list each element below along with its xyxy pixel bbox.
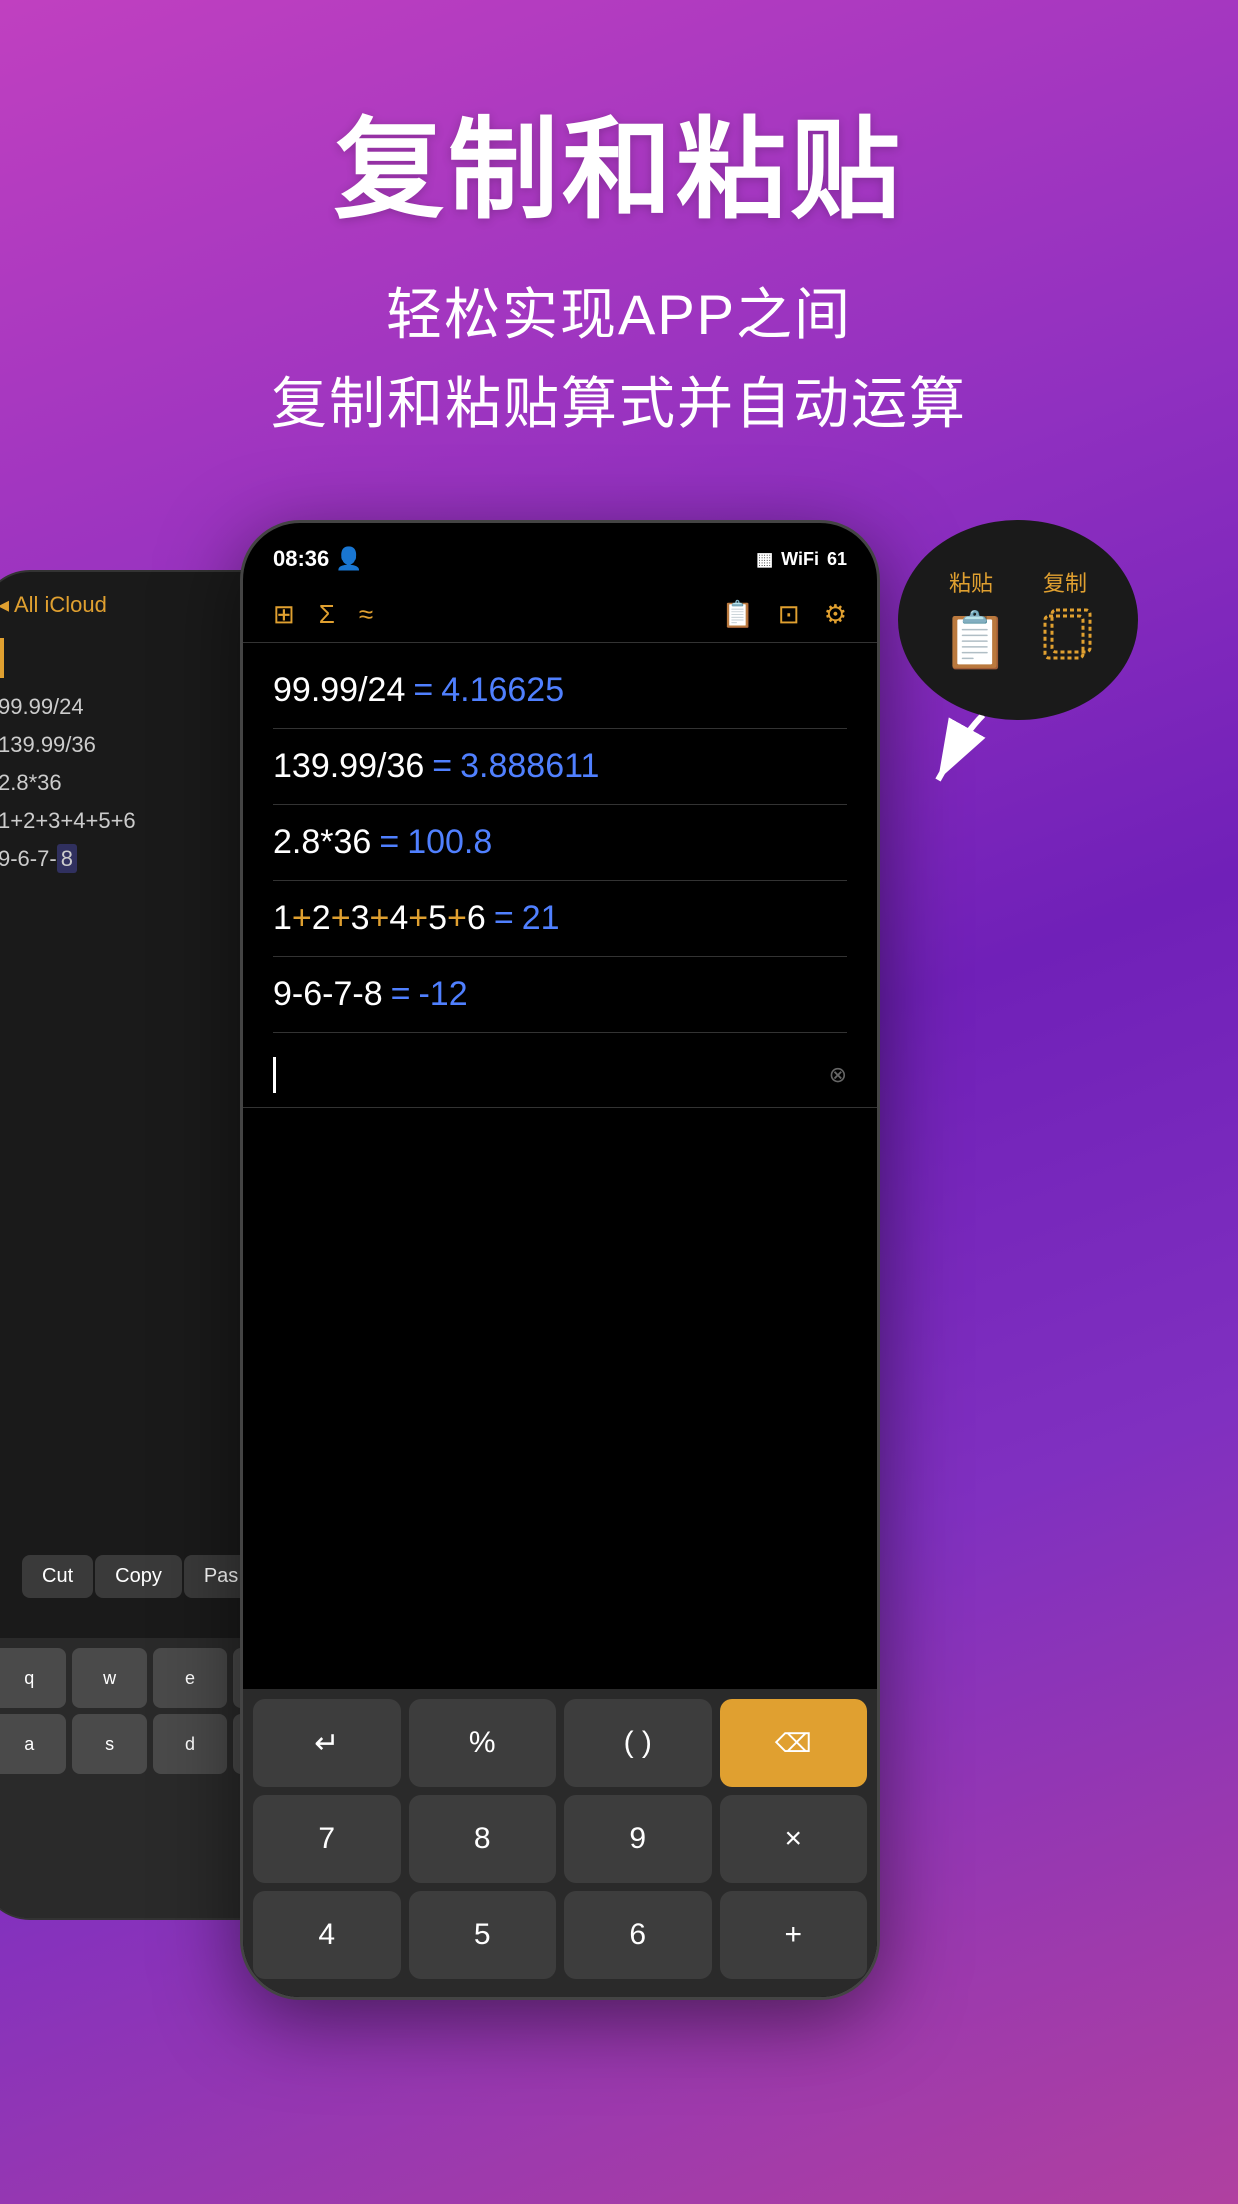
calc-row-3: 2.8*36 = 100.8 [273,805,847,881]
bg-key-s[interactable]: s [72,1714,146,1774]
sigma-icon[interactable]: Σ [319,599,335,630]
calc-equals-5: = [391,975,411,1014]
calc-row-1: 99.99/24 = 4.16625 [273,653,847,729]
formula-icon[interactable]: ⊞ [273,599,295,630]
calc-result-1: 4.16625 [441,671,564,710]
calc-expr-5: 9-6-7-8 [273,975,383,1014]
calc-expr-2: 139.99/36 [273,747,424,786]
cut-button[interactable]: Cut [22,1555,93,1598]
key-percent[interactable]: % [409,1699,557,1787]
input-clear-icon[interactable]: ⊗ [829,1062,847,1088]
copy2-icon[interactable]: ⊡ [778,599,800,630]
key-multiply[interactable]: × [720,1795,868,1883]
battery-level: 61 [827,549,847,570]
key-plus[interactable]: + [720,1891,868,1979]
key-7[interactable]: 7 [253,1795,401,1883]
key-5[interactable]: 5 [409,1891,557,1979]
copy-icon [1040,606,1095,674]
clipboard-icon[interactable]: 📋 [722,599,754,630]
status-bar: 08:36 👤 ▦ WiFi 61 [243,523,877,587]
dynamic-island [489,536,629,572]
calc-row-5: 9-6-7-8 = -12 [273,957,847,1033]
status-time: 08:36 👤 [273,546,363,572]
arrow-pointer [913,705,1003,800]
copy-label: 复制 [1043,566,1087,598]
toolbar-right: 📋 ⊡ ⚙ [722,599,847,630]
bg-cursor-line [0,638,4,678]
status-icons: ▦ WiFi 61 [756,549,847,570]
paste-icon: 📋 [941,608,1009,673]
main-phone: 08:36 👤 ▦ WiFi 61 ⊞ Σ ≈ 📋 [240,520,880,2000]
key-backspace[interactable]: ⌫ [720,1699,868,1787]
paste-copy-bubble: 粘贴 复制 📋 [898,520,1138,720]
keyboard-section: ↵ % ( ) ⌫ 7 8 9 × 4 5 6 + [243,1689,877,1997]
copy-button[interactable]: Copy [95,1555,182,1598]
bubble-labels: 粘贴 复制 [949,566,1087,598]
key-row-2: 7 8 9 × [253,1795,867,1883]
paste-label: 粘贴 [949,566,993,598]
bg-key-q[interactable]: q [0,1648,66,1708]
calc-input-row[interactable]: ⊗ [243,1043,877,1108]
settings-icon[interactable]: ⚙ [824,599,847,630]
key-parens[interactable]: ( ) [564,1699,712,1787]
input-cursor [273,1057,276,1093]
signal-icon: WiFi [781,549,819,570]
bg-key-e[interactable]: e [153,1648,227,1708]
calc-equals-4: = [494,899,514,938]
phone-scene: 粘贴 复制 📋 ◂ A [0,490,1238,2010]
calc-row-4: 1+2+3+4+5+6 = 21 [273,881,847,957]
calc-equals-2: = [432,747,452,786]
key-row-1: ↵ % ( ) ⌫ [253,1699,867,1787]
wifi-icon: ▦ [756,549,773,570]
calc-expr-1: 99.99/24 [273,671,405,710]
key-row-3: 4 5 6 + [253,1891,867,1979]
battery-indicator: 61 [827,549,847,570]
bg-context-menu: Cut Copy Pas... [22,1555,275,1598]
calc-display-area: 99.99/24 = 4.16625 139.99/36 = 3.888611 … [243,643,877,1689]
calc-expr-3: 2.8*36 [273,823,371,862]
subtitle-line2: 复制和粘贴算式并自动运算 [0,359,1238,440]
calc-result-5: -12 [418,975,467,1014]
key-6[interactable]: 6 [564,1891,712,1979]
calc-result-3: 100.8 [407,823,492,862]
bg-key-w[interactable]: w [72,1648,146,1708]
main-title: 复制和粘贴 [0,80,1238,240]
calc-row-2: 139.99/36 = 3.888611 [273,729,847,805]
key-9[interactable]: 9 [564,1795,712,1883]
calc-equals-1: = [413,671,433,710]
bg-key-a[interactable]: a [0,1714,66,1774]
calc-display: 99.99/24 = 4.16625 139.99/36 = 3.888611 … [243,643,877,1043]
calc-result-2: 3.888611 [460,747,599,786]
calc-result-4: 21 [522,899,560,938]
subtitle-line1: 轻松实现APP之间 [0,270,1238,351]
header-section: 复制和粘贴 轻松实现APP之间 复制和粘贴算式并自动运算 [0,0,1238,470]
toolbar-left: ⊞ Σ ≈ [273,599,373,630]
bubble-icons: 📋 [941,606,1094,674]
app-toolbar: ⊞ Σ ≈ 📋 ⊡ ⚙ [243,587,877,643]
key-4[interactable]: 4 [253,1891,401,1979]
key-enter[interactable]: ↵ [253,1699,401,1787]
calc-expr-4: 1+2+3+4+5+6 [273,899,486,938]
bg-key-d[interactable]: d [153,1714,227,1774]
calc-equals-3: = [379,823,399,862]
key-8[interactable]: 8 [409,1795,557,1883]
bg-nav-back: ◂ All iCloud [0,592,107,618]
approx-icon[interactable]: ≈ [359,599,373,630]
